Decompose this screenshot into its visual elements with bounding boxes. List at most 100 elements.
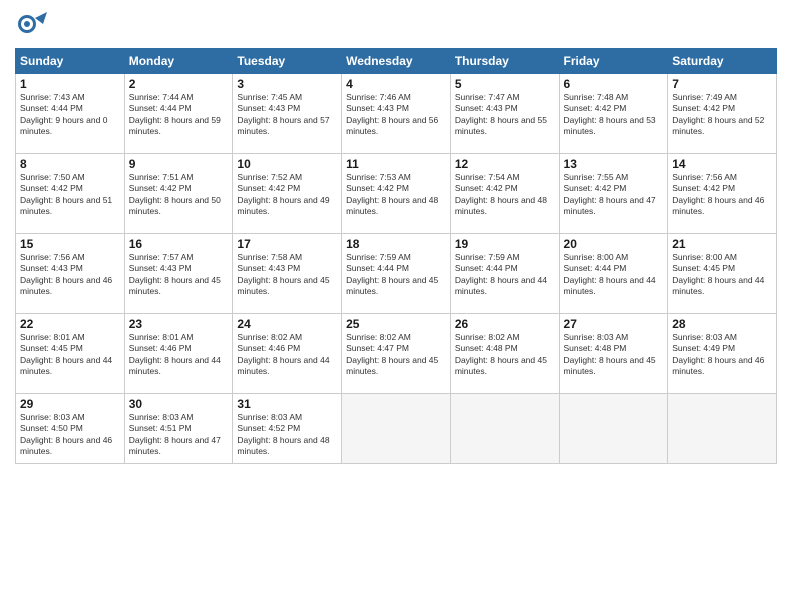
header — [15, 10, 777, 42]
day-number: 4 — [346, 77, 446, 91]
day-number: 7 — [672, 77, 772, 91]
table-row: 17Sunrise: 7:58 AMSunset: 4:43 PMDayligh… — [233, 234, 342, 314]
day-info: Sunrise: 7:50 AMSunset: 4:42 PMDaylight:… — [20, 172, 120, 218]
th-saturday: Saturday — [668, 49, 777, 74]
day-info: Sunrise: 8:01 AMSunset: 4:45 PMDaylight:… — [20, 332, 120, 378]
table-row: 13Sunrise: 7:55 AMSunset: 4:42 PMDayligh… — [559, 154, 668, 234]
day-info: Sunrise: 8:01 AMSunset: 4:46 PMDaylight:… — [129, 332, 229, 378]
day-info: Sunrise: 7:56 AMSunset: 4:43 PMDaylight:… — [20, 252, 120, 298]
th-wednesday: Wednesday — [342, 49, 451, 74]
table-row: 3Sunrise: 7:45 AMSunset: 4:43 PMDaylight… — [233, 74, 342, 154]
day-info: Sunrise: 7:59 AMSunset: 4:44 PMDaylight:… — [346, 252, 446, 298]
table-row: 8Sunrise: 7:50 AMSunset: 4:42 PMDaylight… — [16, 154, 125, 234]
day-info: Sunrise: 8:03 AMSunset: 4:49 PMDaylight:… — [672, 332, 772, 378]
table-row: 22Sunrise: 8:01 AMSunset: 4:45 PMDayligh… — [16, 314, 125, 394]
day-number: 17 — [237, 237, 337, 251]
table-row — [668, 394, 777, 464]
table-row: 18Sunrise: 7:59 AMSunset: 4:44 PMDayligh… — [342, 234, 451, 314]
table-row: 23Sunrise: 8:01 AMSunset: 4:46 PMDayligh… — [124, 314, 233, 394]
day-number: 25 — [346, 317, 446, 331]
table-row: 30Sunrise: 8:03 AMSunset: 4:51 PMDayligh… — [124, 394, 233, 464]
day-number: 31 — [237, 397, 337, 411]
day-info: Sunrise: 7:47 AMSunset: 4:43 PMDaylight:… — [455, 92, 555, 138]
table-row: 9Sunrise: 7:51 AMSunset: 4:42 PMDaylight… — [124, 154, 233, 234]
day-info: Sunrise: 7:54 AMSunset: 4:42 PMDaylight:… — [455, 172, 555, 218]
table-row: 21Sunrise: 8:00 AMSunset: 4:45 PMDayligh… — [668, 234, 777, 314]
day-number: 28 — [672, 317, 772, 331]
day-info: Sunrise: 7:59 AMSunset: 4:44 PMDaylight:… — [455, 252, 555, 298]
day-info: Sunrise: 8:02 AMSunset: 4:46 PMDaylight:… — [237, 332, 337, 378]
day-info: Sunrise: 8:00 AMSunset: 4:44 PMDaylight:… — [564, 252, 664, 298]
table-row: 11Sunrise: 7:53 AMSunset: 4:42 PMDayligh… — [342, 154, 451, 234]
table-row: 10Sunrise: 7:52 AMSunset: 4:42 PMDayligh… — [233, 154, 342, 234]
th-thursday: Thursday — [450, 49, 559, 74]
day-number: 9 — [129, 157, 229, 171]
day-number: 11 — [346, 157, 446, 171]
day-number: 13 — [564, 157, 664, 171]
day-info: Sunrise: 7:48 AMSunset: 4:42 PMDaylight:… — [564, 92, 664, 138]
day-info: Sunrise: 8:03 AMSunset: 4:48 PMDaylight:… — [564, 332, 664, 378]
table-row: 5Sunrise: 7:47 AMSunset: 4:43 PMDaylight… — [450, 74, 559, 154]
table-row: 31Sunrise: 8:03 AMSunset: 4:52 PMDayligh… — [233, 394, 342, 464]
day-info: Sunrise: 7:53 AMSunset: 4:42 PMDaylight:… — [346, 172, 446, 218]
day-number: 5 — [455, 77, 555, 91]
logo-icon — [15, 10, 47, 42]
table-row: 24Sunrise: 8:02 AMSunset: 4:46 PMDayligh… — [233, 314, 342, 394]
day-info: Sunrise: 7:57 AMSunset: 4:43 PMDaylight:… — [129, 252, 229, 298]
table-row: 7Sunrise: 7:49 AMSunset: 4:42 PMDaylight… — [668, 74, 777, 154]
table-row — [559, 394, 668, 464]
day-number: 2 — [129, 77, 229, 91]
weekday-header-row: Sunday Monday Tuesday Wednesday Thursday… — [16, 49, 777, 74]
day-number: 3 — [237, 77, 337, 91]
table-row: 14Sunrise: 7:56 AMSunset: 4:42 PMDayligh… — [668, 154, 777, 234]
table-row: 6Sunrise: 7:48 AMSunset: 4:42 PMDaylight… — [559, 74, 668, 154]
day-number: 21 — [672, 237, 772, 251]
day-info: Sunrise: 7:44 AMSunset: 4:44 PMDaylight:… — [129, 92, 229, 138]
day-info: Sunrise: 8:03 AMSunset: 4:51 PMDaylight:… — [129, 412, 229, 458]
day-info: Sunrise: 8:03 AMSunset: 4:52 PMDaylight:… — [237, 412, 337, 458]
day-info: Sunrise: 7:46 AMSunset: 4:43 PMDaylight:… — [346, 92, 446, 138]
day-number: 14 — [672, 157, 772, 171]
day-number: 10 — [237, 157, 337, 171]
day-number: 29 — [20, 397, 120, 411]
day-info: Sunrise: 7:49 AMSunset: 4:42 PMDaylight:… — [672, 92, 772, 138]
calendar-table: Sunday Monday Tuesday Wednesday Thursday… — [15, 48, 777, 464]
day-info: Sunrise: 8:00 AMSunset: 4:45 PMDaylight:… — [672, 252, 772, 298]
day-number: 6 — [564, 77, 664, 91]
logo — [15, 10, 49, 42]
day-number: 20 — [564, 237, 664, 251]
day-info: Sunrise: 7:43 AMSunset: 4:44 PMDaylight:… — [20, 92, 120, 138]
table-row: 19Sunrise: 7:59 AMSunset: 4:44 PMDayligh… — [450, 234, 559, 314]
calendar-body: 1Sunrise: 7:43 AMSunset: 4:44 PMDaylight… — [16, 74, 777, 464]
table-row: 1Sunrise: 7:43 AMSunset: 4:44 PMDaylight… — [16, 74, 125, 154]
day-info: Sunrise: 7:55 AMSunset: 4:42 PMDaylight:… — [564, 172, 664, 218]
day-info: Sunrise: 7:52 AMSunset: 4:42 PMDaylight:… — [237, 172, 337, 218]
table-row: 27Sunrise: 8:03 AMSunset: 4:48 PMDayligh… — [559, 314, 668, 394]
table-row: 26Sunrise: 8:02 AMSunset: 4:48 PMDayligh… — [450, 314, 559, 394]
day-info: Sunrise: 8:02 AMSunset: 4:47 PMDaylight:… — [346, 332, 446, 378]
day-info: Sunrise: 7:51 AMSunset: 4:42 PMDaylight:… — [129, 172, 229, 218]
day-number: 30 — [129, 397, 229, 411]
day-info: Sunrise: 7:58 AMSunset: 4:43 PMDaylight:… — [237, 252, 337, 298]
day-number: 23 — [129, 317, 229, 331]
day-number: 27 — [564, 317, 664, 331]
table-row: 2Sunrise: 7:44 AMSunset: 4:44 PMDaylight… — [124, 74, 233, 154]
day-number: 15 — [20, 237, 120, 251]
day-number: 19 — [455, 237, 555, 251]
day-number: 26 — [455, 317, 555, 331]
table-row: 4Sunrise: 7:46 AMSunset: 4:43 PMDaylight… — [342, 74, 451, 154]
table-row: 25Sunrise: 8:02 AMSunset: 4:47 PMDayligh… — [342, 314, 451, 394]
day-number: 24 — [237, 317, 337, 331]
table-row — [450, 394, 559, 464]
table-row: 16Sunrise: 7:57 AMSunset: 4:43 PMDayligh… — [124, 234, 233, 314]
page: Sunday Monday Tuesday Wednesday Thursday… — [0, 0, 792, 612]
table-row — [342, 394, 451, 464]
day-number: 12 — [455, 157, 555, 171]
th-friday: Friday — [559, 49, 668, 74]
day-number: 8 — [20, 157, 120, 171]
day-info: Sunrise: 7:45 AMSunset: 4:43 PMDaylight:… — [237, 92, 337, 138]
table-row: 29Sunrise: 8:03 AMSunset: 4:50 PMDayligh… — [16, 394, 125, 464]
day-number: 1 — [20, 77, 120, 91]
day-number: 22 — [20, 317, 120, 331]
th-sunday: Sunday — [16, 49, 125, 74]
